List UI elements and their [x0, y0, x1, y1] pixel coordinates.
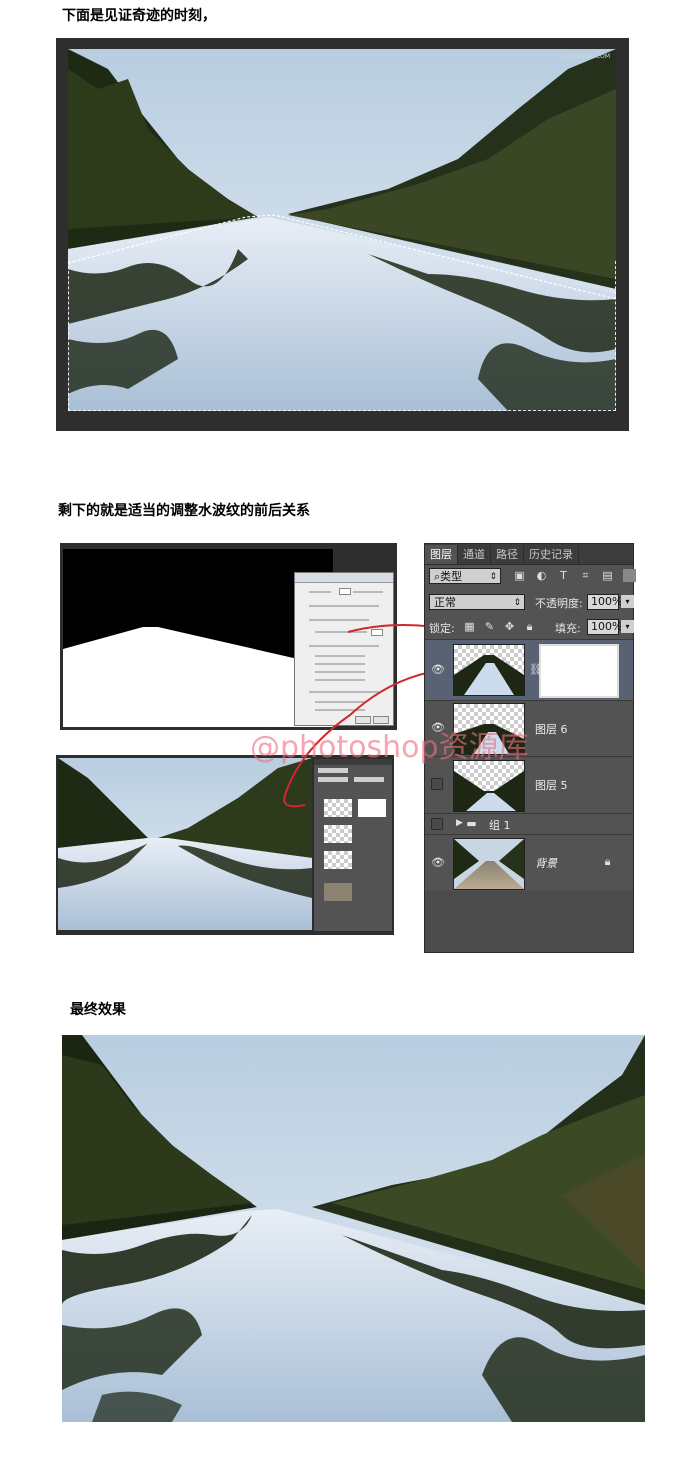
eye-icon[interactable]: 👁︎ [431, 664, 445, 676]
river-scene-selection: QUHUANG.COM [68, 49, 616, 411]
tab-layers[interactable]: 图层 [425, 545, 458, 564]
layer-mask-thumbnail[interactable] [539, 644, 619, 698]
folder-icon: ▬ [466, 817, 477, 830]
fill-input[interactable]: 100% [587, 619, 622, 635]
layer-thumbnail [453, 760, 525, 812]
tab-paths[interactable]: 路径 [491, 545, 524, 564]
chevron-updown-icon: ⇕ [513, 598, 521, 608]
opacity-dropdown-icon[interactable]: ▾ [621, 595, 634, 608]
final-result-image [62, 1035, 645, 1422]
layer-name[interactable]: 图层 5 [535, 777, 568, 793]
lock-all-icon[interactable]: 🔒︎ [523, 620, 536, 633]
lock-transparent-icon[interactable]: ▦ [463, 620, 476, 633]
filter-toggle-icon[interactable] [623, 569, 636, 582]
panel-tabs: 图层 通道 路径 历史记录 [425, 544, 633, 565]
visibility-toggle[interactable] [431, 778, 443, 790]
shape-filter-icon[interactable]: ⌗ [579, 569, 592, 582]
layer-name[interactable]: 图层 6 [535, 721, 568, 737]
opacity-label: 不透明度: [535, 597, 583, 610]
visibility-toggle[interactable] [431, 818, 443, 830]
site-watermark: @photoshop资源库 [250, 730, 529, 765]
tab-channels[interactable]: 通道 [458, 545, 491, 564]
layer-row-background[interactable]: 👁︎ 背景 🔒︎ [425, 834, 633, 891]
layer-name[interactable]: 背景 [535, 855, 557, 871]
lock-position-icon[interactable]: ✥ [503, 620, 516, 633]
blend-mode-value: 正常 [434, 596, 456, 609]
filter-kind-value: 类型 [440, 570, 463, 583]
pixel-filter-icon[interactable]: ▣ [513, 569, 526, 582]
tab-history[interactable]: 历史记录 [524, 545, 579, 564]
smart-object-filter-icon[interactable]: ▤ [601, 569, 614, 582]
type-filter-icon[interactable]: T [557, 569, 570, 582]
layer-name[interactable]: 组 1 [489, 817, 511, 833]
opacity-input[interactable]: 100% [587, 594, 622, 610]
adjustment-filter-icon[interactable]: ◐ [535, 569, 548, 582]
dialog-titlebar [295, 573, 393, 583]
filter-kind-select[interactable]: ⌕类型 ⇕ [429, 568, 501, 584]
lock-label: 锁定: [429, 622, 455, 635]
fill-dropdown-icon[interactable]: ▾ [621, 620, 634, 633]
layer-thumbnail [453, 644, 525, 696]
lock-icon: 🔒︎ [604, 855, 611, 868]
fill-label: 填充: [555, 622, 581, 635]
chevron-updown-icon: ⇕ [489, 572, 497, 582]
section2-heading: 剩下的就是适当的调整水波纹的前后关系 [58, 503, 310, 519]
eye-icon[interactable]: 👁︎ [431, 857, 445, 869]
lock-brush-icon[interactable]: ✎ [483, 620, 496, 633]
canvas-frame-1: QUHUANG.COM [56, 38, 629, 431]
blend-mode-select[interactable]: 正常 ⇕ [429, 594, 525, 610]
layer-row-group-1[interactable]: ▶ ▬ 组 1 [425, 813, 633, 834]
corner-watermark: QUHUANG.COM [562, 53, 610, 60]
section1-heading: 下面是见证奇迹的时刻， [62, 8, 216, 24]
layer-row-masked[interactable]: 👁︎ ⛓︎ [425, 639, 633, 700]
section3-heading: 最终效果 [70, 1002, 126, 1018]
layer-thumbnail [453, 838, 525, 890]
